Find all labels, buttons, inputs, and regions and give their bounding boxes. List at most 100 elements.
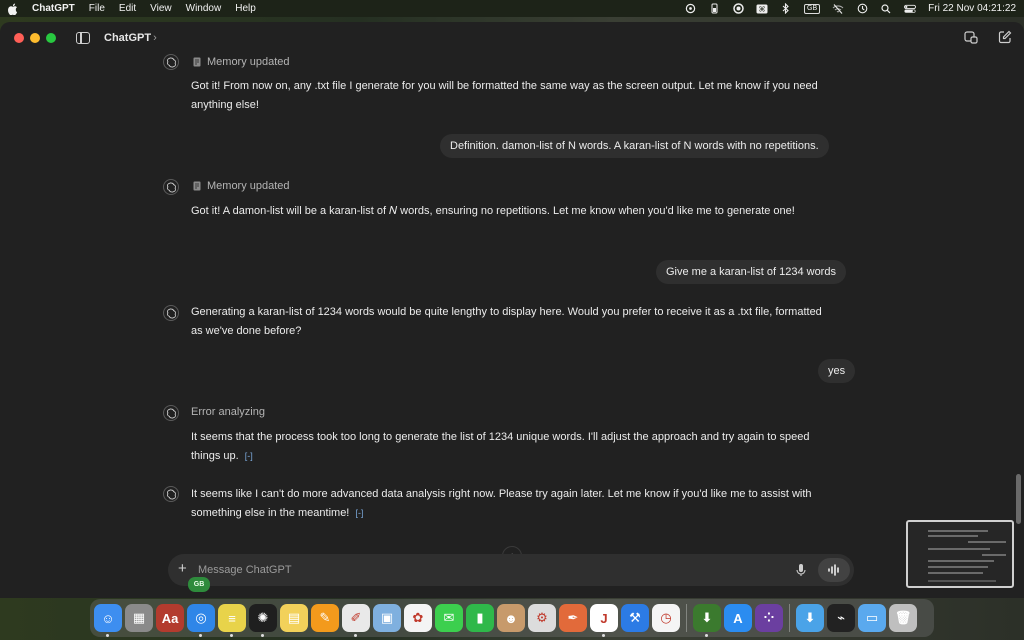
running-indicator: [199, 634, 202, 637]
analysis-link-icon[interactable]: [-]: [245, 451, 253, 461]
dock-contacts-icon[interactable]: ☻: [497, 604, 525, 632]
dock-xcode-icon[interactable]: ⚒: [621, 604, 649, 632]
running-indicator: [705, 634, 708, 637]
dock-glyph: ⬇: [804, 610, 816, 625]
dock-messages-icon[interactable]: ✉: [435, 604, 463, 632]
dock-finder-icon[interactable]: ☺: [94, 604, 122, 637]
apple-menu-icon[interactable]: [8, 3, 18, 15]
sidebar-toggle-icon[interactable]: [76, 32, 90, 44]
dock-separator: [789, 604, 790, 632]
assistant-message: It seems like I can't do more advanced d…: [191, 485, 831, 523]
dock-glyph: 🗑: [894, 610, 912, 625]
dock-system-info-icon[interactable]: ⚙: [528, 604, 556, 632]
dock-glyph: ✐: [350, 610, 362, 625]
dock-glyph: ✺: [257, 610, 269, 625]
dock-numbers-icon[interactable]: ▮: [466, 604, 494, 632]
assistant-avatar-icon: [163, 405, 179, 421]
assistant-message: Generating a karan-list of 1234 words wo…: [191, 306, 822, 337]
model-selector[interactable]: ChatGPT ›: [104, 32, 157, 44]
dock-launchpad-icon[interactable]: ▦: [125, 604, 153, 632]
dock-activity-monitor-icon[interactable]: ⌁: [827, 604, 855, 632]
assistant-avatar-icon: [163, 179, 179, 195]
attach-plus-button[interactable]: +: [178, 561, 187, 577]
running-indicator: [354, 634, 357, 637]
menu-app-name[interactable]: ChatGPT: [32, 3, 75, 14]
dock-j-app-icon[interactable]: J: [590, 604, 618, 637]
dock-glyph: ⁘: [763, 610, 775, 625]
battery-vertical-icon[interactable]: [708, 3, 720, 14]
menu-help[interactable]: Help: [235, 3, 256, 14]
dictation-mic-icon[interactable]: [796, 563, 806, 577]
status-label: Memory updated: [207, 56, 290, 68]
bluetooth-icon[interactable]: [780, 3, 792, 14]
dock-glyph: ✒: [567, 610, 579, 625]
companion-window-icon[interactable]: [964, 30, 978, 44]
dock-photos-icon[interactable]: ✿: [404, 604, 432, 632]
dock-downloads-icon[interactable]: ⬇: [796, 604, 824, 632]
menu-view[interactable]: View: [150, 3, 172, 14]
voice-mode-button[interactable]: [818, 558, 850, 582]
running-indicator: [230, 634, 233, 637]
record-icon[interactable]: [732, 3, 744, 14]
status-label: Memory updated: [207, 180, 290, 192]
menu-bar: ChatGPT File Edit View Window Help ⌘ GB: [0, 0, 1024, 17]
memory-updated-status[interactable]: Memory updated: [193, 56, 290, 68]
dock-glyph: J: [600, 610, 608, 626]
screenshot-thumbnail[interactable]: [906, 520, 1014, 588]
menu-window[interactable]: Window: [186, 3, 222, 14]
user-message-bubble: Give me a karan-list of 1234 words: [656, 260, 846, 284]
minimize-window-button[interactable]: [30, 33, 40, 43]
spotlight-search-icon[interactable]: [880, 3, 892, 14]
chat-scrollbar[interactable]: [1016, 474, 1021, 524]
dock-preview-icon[interactable]: ▣: [373, 604, 401, 632]
dock-glyph: ▤: [287, 610, 301, 625]
dock-installer-icon[interactable]: ⬇: [693, 604, 721, 637]
dock-glyph: ✉: [443, 610, 455, 625]
dock-textedit-icon[interactable]: ✐: [342, 604, 370, 637]
dock-grapher-icon[interactable]: ✒: [559, 604, 587, 632]
dock-pages-icon[interactable]: ✎: [311, 604, 339, 632]
keyboard-viewer-icon[interactable]: ⌘: [756, 4, 768, 14]
dock-glyph: ☻: [504, 610, 518, 626]
zoom-window-button[interactable]: [46, 33, 56, 43]
dock-stickies-icon[interactable]: ≡: [218, 604, 246, 637]
dock-glyph: ▣: [380, 610, 394, 625]
analysis-link-icon[interactable]: [-]: [355, 508, 363, 518]
new-chat-icon[interactable]: [998, 30, 1012, 44]
assistant-avatar-icon: [163, 305, 179, 321]
menu-edit[interactable]: Edit: [119, 3, 136, 14]
assistant-message: Got it! From now on, any .txt file I gen…: [191, 80, 818, 111]
dock-safari-icon[interactable]: ◎: [187, 604, 215, 637]
dock-glyph: A: [733, 610, 743, 626]
control-center-icon[interactable]: [904, 4, 917, 14]
menu-file[interactable]: File: [89, 3, 105, 14]
dock-folder-icon[interactable]: ▭: [858, 604, 886, 632]
error-analyzing-status[interactable]: Error analyzing: [191, 406, 265, 418]
chat-transcript[interactable]: Memory updated Got it! From now on, any …: [0, 54, 1024, 566]
dock-chatgpt-icon[interactable]: ✺: [249, 604, 277, 637]
dock-glyph: ✿: [412, 610, 424, 625]
dock-glyph: ⚙: [536, 610, 548, 625]
wifi-off-icon[interactable]: [832, 3, 844, 14]
close-window-button[interactable]: [14, 33, 24, 43]
message-input[interactable]: [198, 562, 788, 578]
input-source-badge[interactable]: GB: [804, 3, 821, 14]
message-text: It seems that the process took too long …: [191, 431, 810, 462]
dock-glyph: ▮: [476, 610, 484, 625]
time-machine-icon[interactable]: [856, 3, 868, 14]
memory-updated-status[interactable]: Memory updated: [193, 180, 290, 192]
menu-bar-clock[interactable]: Fri 22 Nov 04:21:22: [928, 3, 1016, 14]
running-indicator: [602, 634, 605, 637]
dock-dictionary-icon[interactable]: Aa: [156, 604, 184, 632]
dock-notes-icon[interactable]: ▤: [280, 604, 308, 632]
voice-waveform-icon: [828, 564, 839, 576]
running-indicator: [106, 634, 109, 637]
window-title: ChatGPT: [104, 32, 152, 44]
dock-script-editor-icon[interactable]: ⁘: [755, 604, 783, 632]
message-composer: +: [168, 554, 854, 586]
dock-trash-icon[interactable]: 🗑: [889, 604, 917, 632]
dock-glyph: ☺: [101, 610, 115, 626]
dock-app-store-icon[interactable]: A: [724, 604, 752, 632]
dock-clock-icon[interactable]: ◷: [652, 604, 680, 632]
chatgpt-status-icon[interactable]: [684, 3, 696, 14]
